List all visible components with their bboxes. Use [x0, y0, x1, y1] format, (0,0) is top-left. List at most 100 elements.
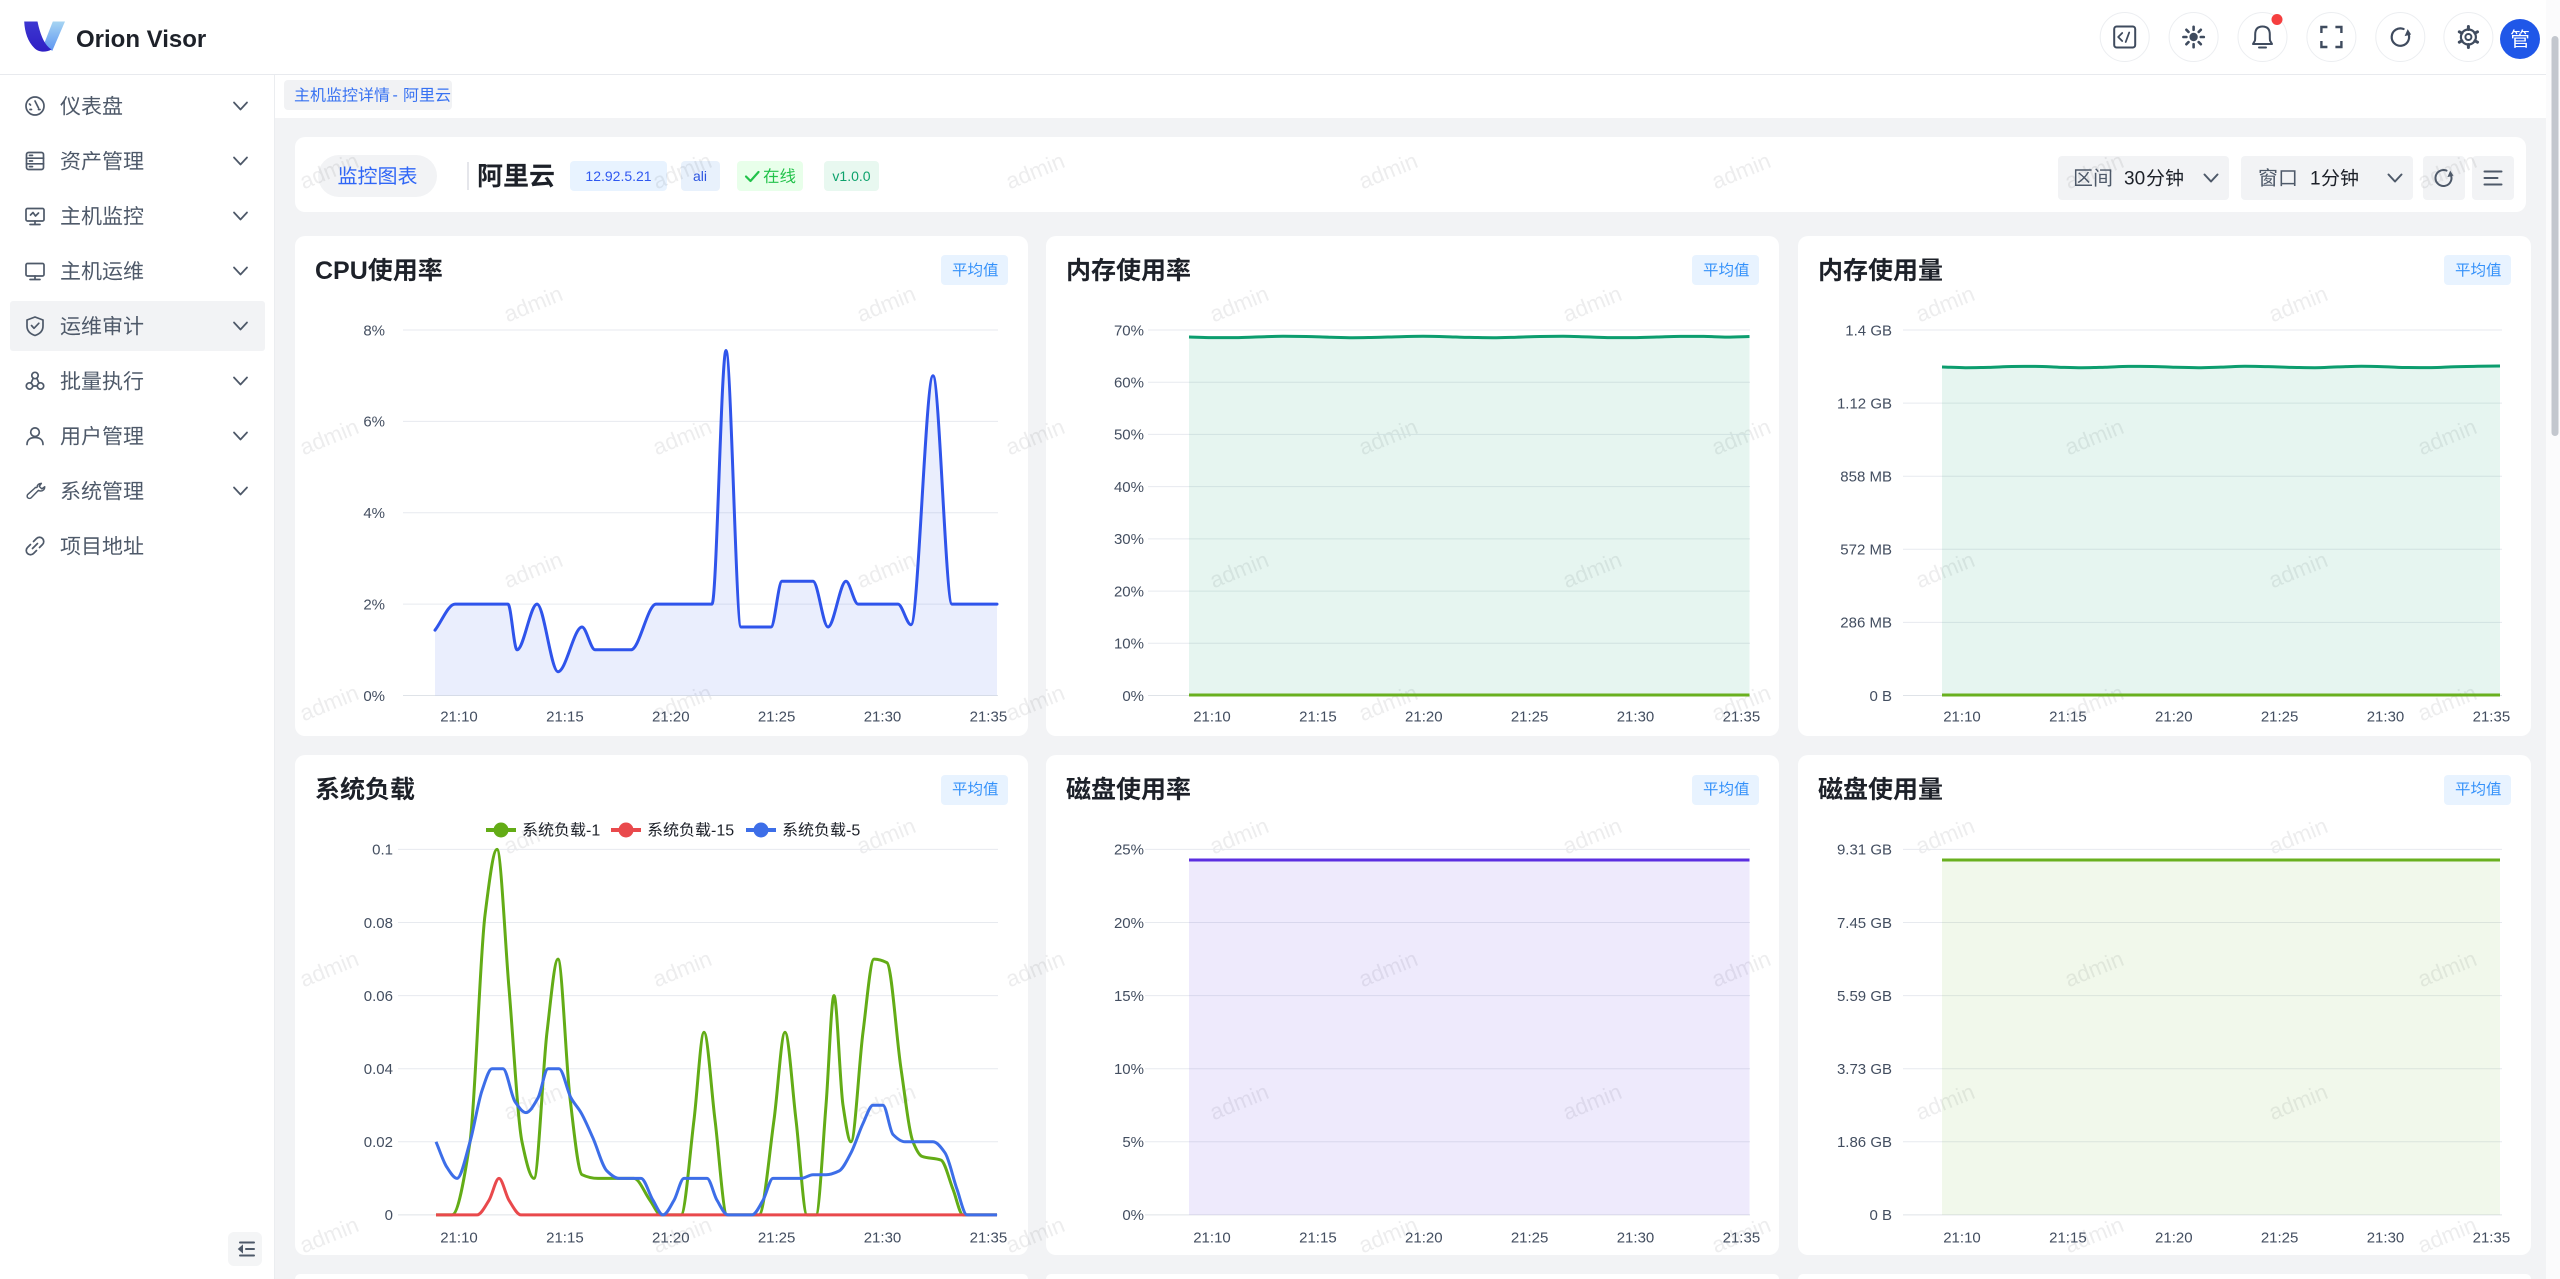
- svg-text:admin: admin: [853, 281, 919, 327]
- svg-text:admin: admin: [1355, 148, 1421, 194]
- svg-text:21:35: 21:35: [970, 708, 1008, 725]
- svg-text:21:15: 21:15: [1299, 1229, 1337, 1246]
- svg-text:30%: 30%: [1114, 531, 1144, 548]
- svg-text:1.4 GB: 1.4 GB: [1845, 322, 1892, 339]
- svg-text:21:30: 21:30: [864, 1229, 902, 1246]
- svg-text:admin: admin: [1002, 946, 1068, 992]
- svg-text:21:10: 21:10: [1193, 708, 1231, 725]
- svg-text:25%: 25%: [1114, 842, 1144, 859]
- svg-text:5.59 GB: 5.59 GB: [1837, 988, 1892, 1005]
- svg-text:1.12 GB: 1.12 GB: [1837, 395, 1892, 412]
- svg-text:admin: admin: [1708, 148, 1774, 194]
- svg-text:21:10: 21:10: [440, 708, 478, 725]
- svg-text:21:30: 21:30: [2367, 708, 2405, 725]
- svg-text:-: -: [393, 87, 398, 104]
- svg-text:1.86 GB: 1.86 GB: [1837, 1134, 1892, 1151]
- svg-text:admin: admin: [1002, 1212, 1068, 1258]
- svg-text:50%: 50%: [1114, 427, 1144, 444]
- svg-text:Orion Visor: Orion Visor: [76, 26, 206, 53]
- svg-text:21:35: 21:35: [2473, 708, 2511, 725]
- svg-text:20%: 20%: [1114, 583, 1144, 600]
- svg-text:admin: admin: [2265, 281, 2331, 327]
- svg-text:21:15: 21:15: [2049, 708, 2087, 725]
- svg-text:admin: admin: [500, 547, 566, 593]
- svg-text:21:10: 21:10: [1943, 1229, 1981, 1246]
- svg-text:40%: 40%: [1114, 479, 1144, 496]
- svg-text:21:25: 21:25: [2261, 1229, 2299, 1246]
- svg-text:2%: 2%: [363, 596, 385, 613]
- svg-text:CPU: CPU: [315, 257, 368, 285]
- svg-text:12.92.5.21: 12.92.5.21: [585, 168, 651, 184]
- svg-text:0 B: 0 B: [1869, 1207, 1892, 1224]
- svg-text:admin: admin: [1912, 813, 1978, 859]
- svg-text:30: 30: [2124, 169, 2145, 190]
- svg-text:21:20: 21:20: [1405, 1229, 1443, 1246]
- svg-text:0: 0: [385, 1207, 393, 1224]
- svg-text:286 MB: 286 MB: [1840, 615, 1892, 632]
- svg-text:21:35: 21:35: [1723, 708, 1761, 725]
- svg-text:admin: admin: [649, 946, 715, 992]
- svg-text:0.06: 0.06: [364, 988, 393, 1005]
- svg-text:0.02: 0.02: [364, 1134, 393, 1151]
- svg-text:21:10: 21:10: [1943, 708, 1981, 725]
- svg-text:admin: admin: [2265, 813, 2331, 859]
- svg-text:admin: admin: [296, 680, 362, 726]
- svg-text:7.45 GB: 7.45 GB: [1837, 915, 1892, 932]
- svg-text:admin: admin: [1912, 281, 1978, 327]
- svg-text:21:10: 21:10: [1193, 1229, 1231, 1246]
- svg-text:15%: 15%: [1114, 988, 1144, 1005]
- svg-text:21:20: 21:20: [1405, 708, 1443, 725]
- svg-text:21:20: 21:20: [652, 1229, 690, 1246]
- svg-text:60%: 60%: [1114, 375, 1144, 392]
- svg-text:admin: admin: [2414, 1212, 2480, 1258]
- svg-text:10%: 10%: [1114, 1061, 1144, 1078]
- svg-text:admin: admin: [1206, 281, 1272, 327]
- svg-text:21:15: 21:15: [2049, 1229, 2087, 1246]
- svg-text:21:25: 21:25: [758, 708, 796, 725]
- svg-text:21:10: 21:10: [440, 1229, 478, 1246]
- svg-text:5%: 5%: [1122, 1134, 1144, 1151]
- svg-text:0 B: 0 B: [1869, 688, 1892, 705]
- svg-text:21:20: 21:20: [652, 708, 690, 725]
- svg-text:admin: admin: [296, 946, 362, 992]
- svg-text:admin: admin: [296, 148, 362, 194]
- svg-text:ali: ali: [693, 168, 707, 184]
- svg-text:21:30: 21:30: [1617, 1229, 1655, 1246]
- svg-text:0%: 0%: [363, 688, 385, 705]
- svg-text:21:20: 21:20: [2155, 708, 2193, 725]
- svg-text:70%: 70%: [1114, 322, 1144, 339]
- svg-text:21:25: 21:25: [1511, 1229, 1549, 1246]
- svg-text:admin: admin: [853, 547, 919, 593]
- svg-text:admin: admin: [500, 281, 566, 327]
- svg-text:21:25: 21:25: [1511, 708, 1549, 725]
- svg-text:admin: admin: [853, 813, 919, 859]
- svg-text:21:30: 21:30: [1617, 708, 1655, 725]
- svg-text:21:30: 21:30: [864, 708, 902, 725]
- svg-text:0%: 0%: [1122, 688, 1144, 705]
- svg-text:21:20: 21:20: [2155, 1229, 2193, 1246]
- svg-text:3.73 GB: 3.73 GB: [1837, 1061, 1892, 1078]
- svg-text:8%: 8%: [363, 322, 385, 339]
- svg-text:20%: 20%: [1114, 915, 1144, 932]
- svg-text:21:25: 21:25: [2261, 708, 2299, 725]
- svg-text:v1.0.0: v1.0.0: [832, 168, 870, 184]
- svg-text:admin: admin: [1002, 148, 1068, 194]
- svg-text:858 MB: 858 MB: [1840, 469, 1892, 486]
- svg-text:0.08: 0.08: [364, 915, 393, 932]
- svg-text:21:35: 21:35: [1723, 1229, 1761, 1246]
- svg-text:0.1: 0.1: [372, 842, 393, 859]
- svg-text:21:15: 21:15: [546, 1229, 584, 1246]
- svg-text:21:25: 21:25: [758, 1229, 796, 1246]
- svg-text:0.04: 0.04: [364, 1061, 393, 1078]
- svg-text:6%: 6%: [363, 414, 385, 431]
- svg-text:admin: admin: [1206, 813, 1272, 859]
- svg-text:1: 1: [2310, 169, 2321, 190]
- svg-text:10%: 10%: [1114, 636, 1144, 653]
- svg-text:21:15: 21:15: [546, 708, 584, 725]
- svg-text:21:30: 21:30: [2367, 1229, 2405, 1246]
- svg-text:admin: admin: [1002, 680, 1068, 726]
- svg-text:21:35: 21:35: [2473, 1229, 2511, 1246]
- svg-text:admin: admin: [296, 1212, 362, 1258]
- svg-text:admin: admin: [296, 414, 362, 460]
- svg-text:-5: -5: [846, 823, 860, 840]
